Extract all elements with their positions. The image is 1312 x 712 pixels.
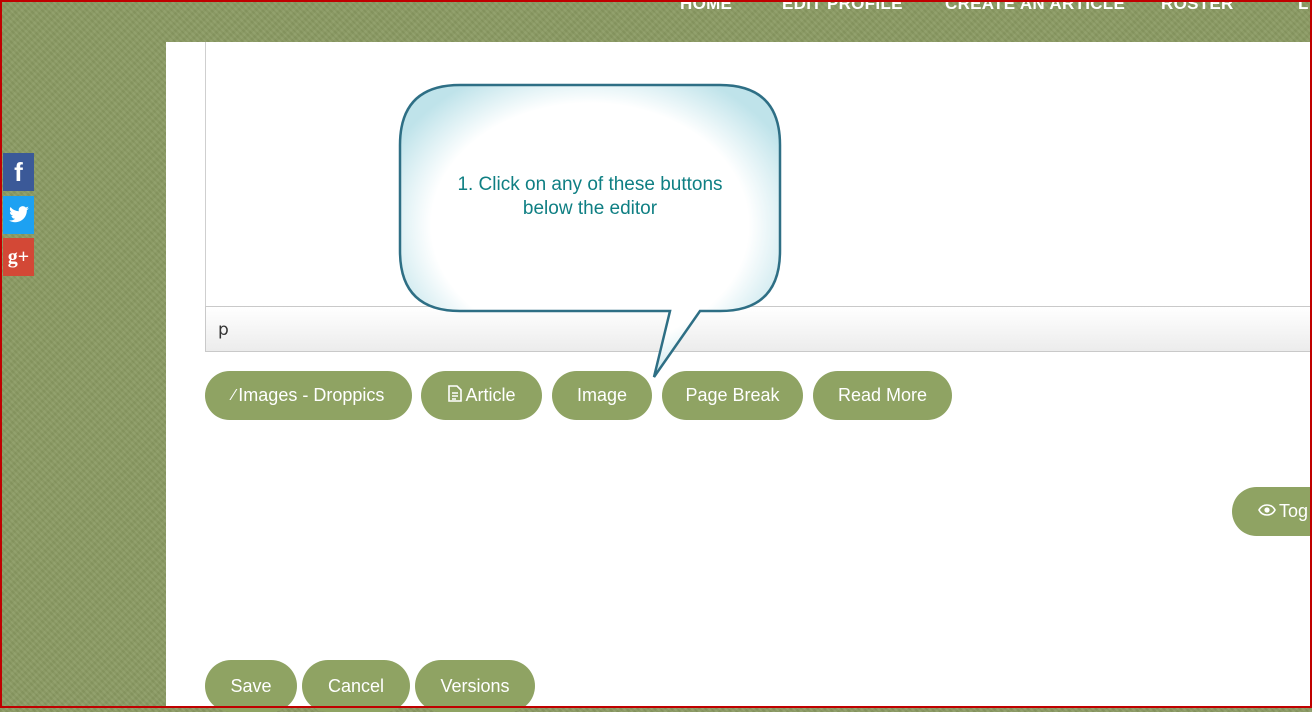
top-navigation: HOME EDIT PROFILE CREATE AN ARTICLE ROST… bbox=[0, 0, 1312, 42]
document-svg-icon bbox=[448, 384, 463, 402]
toggle-label: Tog bbox=[1279, 501, 1309, 521]
nav-logout-partial[interactable]: L bbox=[1298, 0, 1309, 14]
pencil-icon: ⁄ bbox=[232, 386, 236, 404]
facebook-share-icon[interactable]: f bbox=[3, 153, 34, 191]
nav-create-article[interactable]: CREATE AN ARTICLE bbox=[945, 0, 1125, 14]
versions-button[interactable]: Versions bbox=[415, 660, 535, 712]
read-more-button[interactable]: Read More bbox=[813, 371, 952, 420]
google-plus-share-icon[interactable]: g+ bbox=[3, 238, 34, 276]
nav-home[interactable]: HOME bbox=[680, 0, 732, 14]
callout-bubble bbox=[398, 83, 782, 378]
eye-svg-icon bbox=[1258, 503, 1276, 516]
article-label: Article bbox=[465, 385, 516, 405]
callout-text: 1. Click on any of these buttons below t… bbox=[420, 173, 760, 221]
images-droppics-label: Images - Droppics bbox=[238, 385, 385, 405]
callout-line-2: below the editor bbox=[522, 198, 658, 219]
eye-icon bbox=[1258, 503, 1276, 521]
save-button[interactable]: Save bbox=[205, 660, 297, 712]
editor-path-label: p bbox=[218, 320, 229, 340]
cancel-button[interactable]: Cancel bbox=[302, 660, 410, 712]
toggle-editor-button[interactable]: Tog bbox=[1232, 487, 1312, 536]
images-droppics-button[interactable]: ⁄ Images - Droppics bbox=[205, 371, 412, 420]
document-icon bbox=[447, 384, 463, 407]
twitter-share-icon[interactable] bbox=[3, 196, 34, 234]
callout-line-1: 1. Click on any of these buttons bbox=[457, 174, 723, 195]
twitter-bird-icon bbox=[8, 206, 29, 223]
nav-roster[interactable]: ROSTER bbox=[1161, 0, 1234, 14]
nav-edit-profile[interactable]: EDIT PROFILE bbox=[782, 0, 903, 14]
